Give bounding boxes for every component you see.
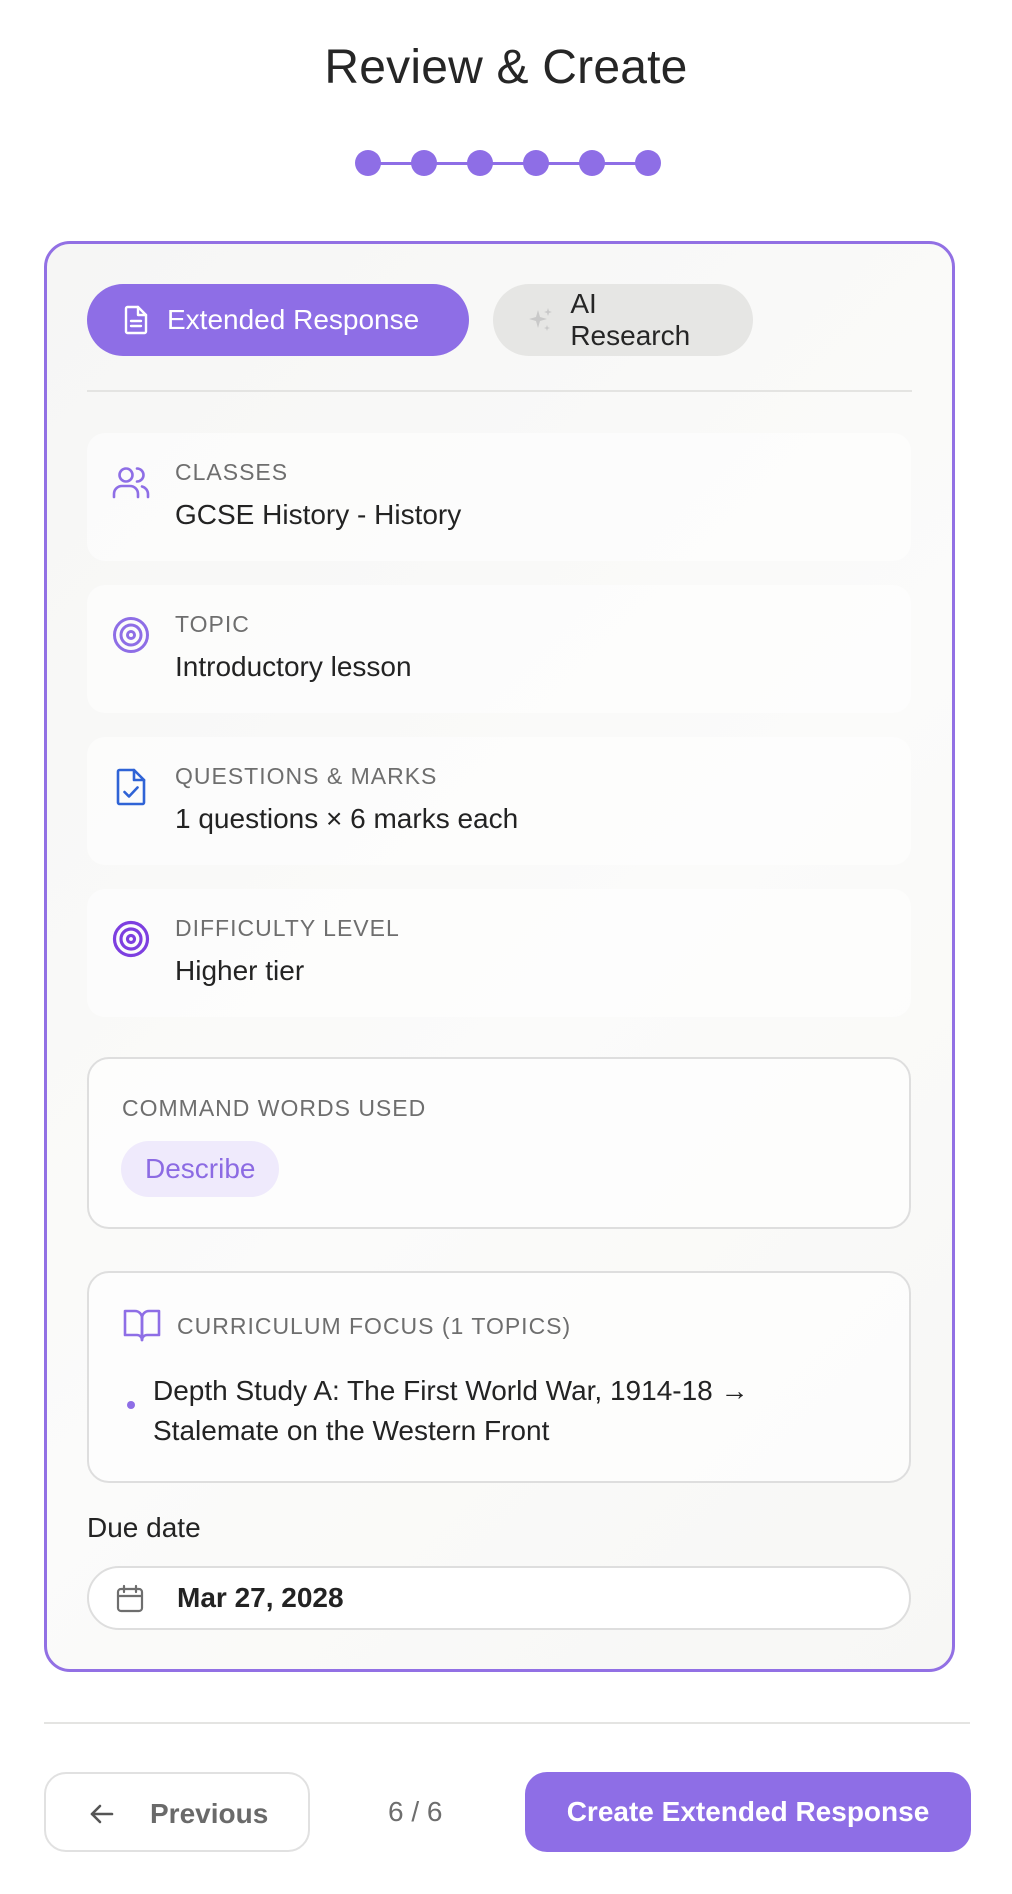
review-card: Extended Response AI Research CLASSES GC… [44, 241, 955, 1672]
curriculum-focus-label: CURRICULUM FOCUS (1 TOPICS) [177, 1313, 572, 1339]
questions-label: QUESTIONS & MARKS [175, 763, 438, 789]
command-word-chip: Describe [121, 1141, 280, 1197]
difficulty-value: Higher tier [175, 955, 305, 986]
curriculum-focus-box: CURRICULUM FOCUS (1 TOPICS) Depth Study … [87, 1271, 911, 1483]
command-words-box: COMMAND WORDS USED Describe [87, 1057, 911, 1229]
document-icon [121, 305, 151, 335]
previous-button-label: Previous [150, 1798, 269, 1829]
difficulty-label: DIFFICULTY LEVEL [175, 915, 400, 941]
due-date-label: Due date [87, 1512, 201, 1543]
due-date-field[interactable]: Mar 27, 2028 [87, 1566, 911, 1630]
tab-extended-response-label: Extended Response [167, 304, 420, 335]
book-open-icon [123, 1307, 161, 1343]
step-dot-4 [523, 150, 549, 176]
classes-label: CLASSES [175, 459, 289, 485]
classes-summary: CLASSES GCSE History - History [87, 433, 911, 561]
classes-value: GCSE History - History [175, 499, 462, 530]
tab-extended-response[interactable]: Extended Response [87, 284, 469, 356]
sparkles-icon [525, 305, 554, 335]
arrow-left-icon [88, 1800, 116, 1828]
questions-value: 1 questions × 6 marks each [175, 803, 519, 834]
step-dot-6 [635, 150, 661, 176]
questions-summary: QUESTIONS & MARKS 1 questions × 6 marks … [87, 737, 911, 865]
curriculum-topic-item: Depth Study A: The First World War, 1914… [153, 1375, 749, 1446]
footer-divider [44, 1722, 970, 1724]
topic-label: TOPIC [175, 611, 250, 637]
page-title: Review & Create [324, 41, 688, 94]
file-check-icon [111, 767, 151, 807]
due-date-value: Mar 27, 2028 [177, 1582, 344, 1613]
progress-stepper [355, 150, 661, 176]
topic-bullet [127, 1401, 135, 1409]
tab-ai-research[interactable]: AI Research [493, 284, 753, 356]
users-icon [111, 463, 151, 503]
step-dot-1 [355, 150, 381, 176]
create-extended-response-button[interactable]: Create Extended Response [525, 1772, 971, 1852]
mode-tabs: Extended Response AI Research [87, 284, 753, 356]
step-dot-2 [411, 150, 437, 176]
topic-value: Introductory lesson [175, 651, 412, 682]
target-icon [111, 919, 151, 959]
previous-button[interactable]: Previous [44, 1772, 310, 1852]
stepper-line [367, 162, 649, 165]
tab-ai-research-label: AI Research [570, 288, 691, 351]
topic-summary: TOPIC Introductory lesson [87, 585, 911, 713]
step-dot-5 [579, 150, 605, 176]
page-indicator: 6 / 6 [388, 1796, 443, 1827]
calendar-icon [115, 1584, 145, 1614]
difficulty-summary: DIFFICULTY LEVEL Higher tier [87, 889, 911, 1017]
tabs-divider [87, 390, 912, 392]
command-words-label: COMMAND WORDS USED [122, 1095, 427, 1121]
target-icon [111, 615, 151, 655]
step-dot-3 [467, 150, 493, 176]
